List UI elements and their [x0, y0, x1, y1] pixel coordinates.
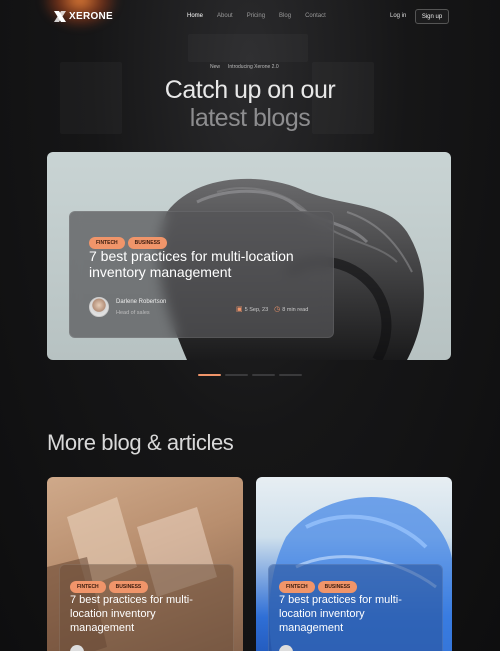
tag-chip[interactable]: FINTECH [279, 581, 315, 593]
clock-icon: ◷ [274, 306, 281, 313]
blog-card-overlay: FINTECH BUSINESS 7 best practices for mul… [59, 564, 234, 651]
calendar-icon: ▣ [236, 306, 243, 313]
logo-text: XERONE [69, 11, 114, 22]
author-role: Head of sales [116, 309, 150, 316]
avatar [70, 645, 84, 651]
nav-link-pricing[interactable]: Pricing [247, 13, 265, 19]
tag-chip[interactable]: BUSINESS [317, 581, 358, 593]
carousel-dot-active[interactable] [198, 374, 221, 376]
post-meta: ▣ 5 Sep, 23 ◷ 8 min read [236, 305, 308, 313]
avatar [279, 645, 293, 651]
author-name: Darlene Robertson [116, 298, 167, 305]
avatar [89, 297, 109, 317]
badge-text: Introducing Xerone 2.0 [228, 64, 279, 70]
hero-title-line1: Catch up on our [164, 76, 336, 104]
logo-icon [54, 11, 66, 22]
nav-link-about[interactable]: About [217, 13, 233, 19]
top-nav: XERONE Home About Pricing Blog Contact L… [0, 0, 500, 34]
tag-chip[interactable]: FINTECH [70, 581, 106, 593]
author-info: Darlene Robertson Head of sales [89, 297, 166, 317]
section-title: More blog & articles [47, 430, 234, 455]
blog-card[interactable]: FINTECH BUSINESS 7 best practices for mul… [47, 477, 243, 651]
hero-title-line2: latest blogs [189, 104, 311, 132]
blog-card-title[interactable]: 7 best practices for multi-location inve… [70, 593, 220, 635]
signup-button[interactable]: Sign up [415, 9, 449, 24]
tag-chip[interactable]: BUSINESS [108, 581, 149, 593]
blog-card[interactable]: FINTECH BUSINESS 7 best practices for mul… [256, 477, 452, 651]
main-menu: Home About Pricing Blog Contact [187, 13, 340, 19]
tag-list: FINTECH BUSINESS [70, 575, 151, 593]
post-date: 5 Sep, 23 [244, 307, 269, 313]
login-link[interactable]: Log in [390, 13, 406, 19]
tag-list: FINTECH BUSINESS [279, 575, 360, 593]
blog-card-title[interactable]: 7 best practices for multi-location inve… [279, 593, 429, 635]
carousel-dot[interactable] [225, 374, 248, 376]
tag-list: FINTECH BUSINESS [89, 231, 170, 249]
page: XERONE Home About Pricing Blog Contact L… [0, 0, 500, 651]
carousel-dot[interactable] [252, 374, 275, 376]
blog-card-overlay: FINTECH BUSINESS 7 best practices for mul… [268, 564, 443, 651]
nav-link-blog[interactable]: Blog [279, 13, 291, 19]
carousel-dot[interactable] [279, 374, 302, 376]
featured-post-card[interactable]: FINTECH BUSINESS 7 best practices for mul… [69, 211, 334, 338]
background-tile [188, 34, 308, 62]
logo[interactable]: XERONE [54, 11, 113, 22]
nav-link-home[interactable]: Home [187, 13, 203, 19]
read-time: 8 min read [282, 307, 309, 313]
hero-title: Catch up on our latest blogs [0, 76, 500, 132]
nav-link-contact[interactable]: Contact [305, 13, 326, 19]
announcement-badge[interactable]: New Introducing Xerone 2.0 [210, 64, 279, 70]
featured-post-title[interactable]: 7 best practices for multi-location inve… [89, 248, 319, 280]
carousel-pagination [198, 374, 302, 376]
badge-new: New [210, 64, 221, 70]
